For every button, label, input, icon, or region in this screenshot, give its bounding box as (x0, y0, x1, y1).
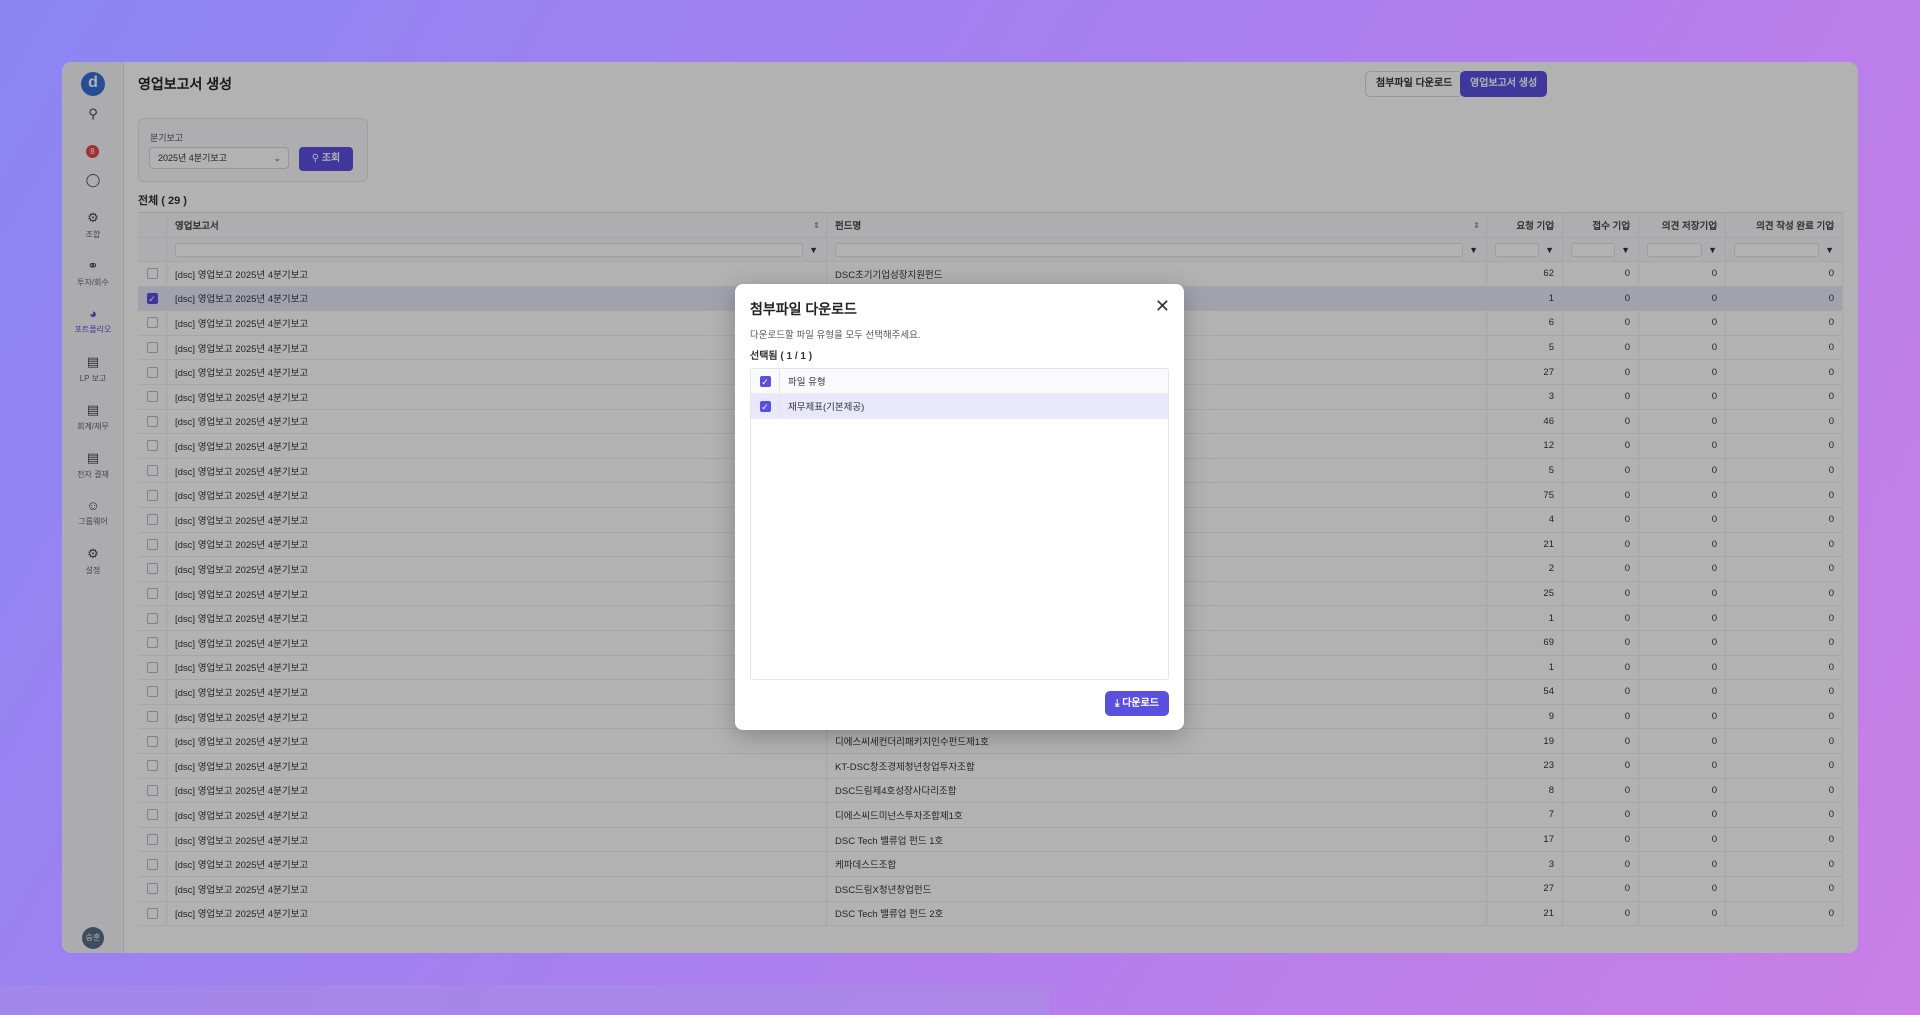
check-icon: ✓ (759, 375, 771, 387)
modal-description: 다운로드할 파일 유형을 모두 선택해주세요. (750, 330, 921, 341)
file-type-header: ✓ 파일 유형 (751, 369, 1168, 394)
download-modal: 첨부파일 다운로드 ✕ 다운로드할 파일 유형을 모두 선택해주세요. 선택됨 … (735, 284, 1184, 730)
check-icon: ✓ (759, 400, 771, 412)
close-icon[interactable]: ✕ (1155, 296, 1170, 317)
file-type-row[interactable]: ✓ 재무제표(기본제공) (751, 394, 1168, 419)
file-type-table: ✓ 파일 유형 ✓ 재무제표(기본제공) (750, 368, 1169, 680)
download-icon: ⤓ (1114, 698, 1120, 709)
file-type-label: 재무제표(기본제공) (788, 402, 865, 413)
file-type-header-label: 파일 유형 (788, 377, 826, 388)
file-type-checkbox[interactable]: ✓ (751, 394, 780, 418)
download-button[interactable]: ⤓ 다운로드 (1104, 691, 1169, 716)
selected-count: 선택됨 ( 1 / 1 ) (750, 351, 813, 362)
select-all-checkbox[interactable]: ✓ (751, 369, 780, 393)
background-strip (0, 985, 1050, 1015)
download-button-label: 다운로드 (1122, 698, 1159, 709)
modal-title: 첨부파일 다운로드 (750, 301, 857, 317)
